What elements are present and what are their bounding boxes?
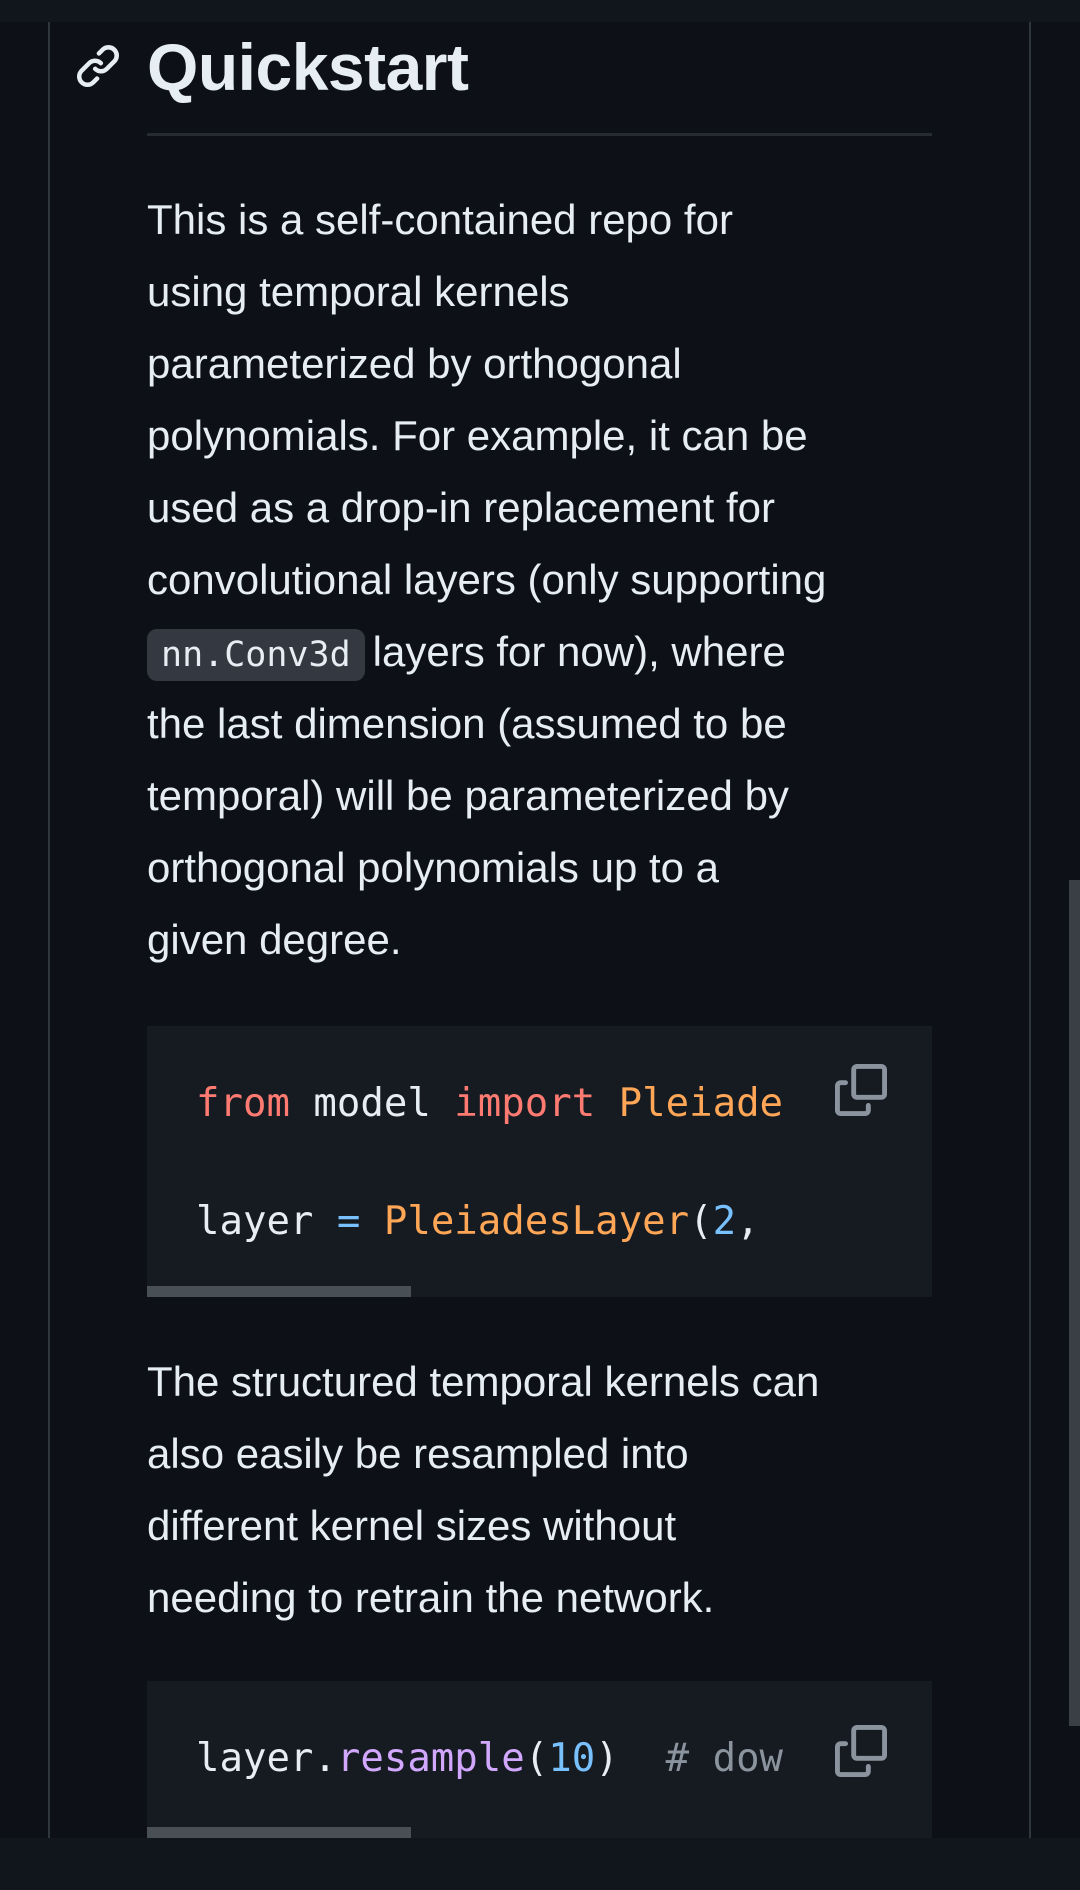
link-icon[interactable]	[74, 42, 122, 90]
code-class: PleiadesLayer	[360, 1199, 690, 1244]
copy-icon[interactable]	[835, 1064, 887, 1116]
paragraph-line: polynomials. For example, it can be	[147, 412, 808, 459]
paragraph-line: nn.Conv3d layers for now), where	[147, 616, 947, 688]
code-comma: ,	[736, 1199, 760, 1244]
page-vertical-scrollbar[interactable]	[1069, 880, 1080, 1726]
code-number: 10	[548, 1736, 596, 1781]
code-horizontal-scrollbar[interactable]	[147, 1286, 411, 1297]
code-keyword: import	[454, 1081, 596, 1126]
bottom-bar	[0, 1838, 1080, 1890]
copy-icon[interactable]	[835, 1725, 887, 1777]
code-line: layer = PleiadesLayer(2,	[196, 1192, 801, 1252]
paragraph-line: given degree.	[147, 916, 402, 963]
intro-paragraph: This is a self-contained repo for using …	[147, 184, 947, 976]
paragraph-line: parameterized by orthogonal	[147, 340, 682, 387]
code-paren: (	[524, 1736, 549, 1781]
code-variable: layer	[196, 1199, 337, 1244]
paragraph-line: also easily be resampled into	[147, 1430, 689, 1477]
paragraph-line: convolutional layers (only supporting	[147, 556, 827, 603]
code-object: layer.	[196, 1736, 337, 1781]
paragraph-line: using temporal kernels	[147, 268, 570, 315]
code-paren: (	[689, 1199, 713, 1244]
code-block-resample[interactable]: layer.resample(10) # dow	[147, 1681, 932, 1838]
resample-paragraph: The structured temporal kernels can also…	[147, 1346, 947, 1634]
code-line: from model import Pleiade	[196, 1074, 801, 1134]
content-border-left	[48, 22, 50, 1838]
paragraph-line: different kernel sizes without	[147, 1502, 677, 1549]
code-block-import[interactable]: from model import Pleiade layer = Pleiad…	[147, 1026, 932, 1297]
content-border-right	[1029, 22, 1031, 1838]
code-horizontal-scrollbar[interactable]	[147, 1827, 411, 1838]
code-operator: =	[336, 1199, 361, 1244]
paragraph-line: needing to retrain the network.	[147, 1574, 715, 1621]
code-line: layer.resample(10) # dow	[196, 1729, 801, 1789]
code-paren: )	[595, 1736, 619, 1781]
code-number: 2	[712, 1199, 737, 1244]
code-keyword: from	[196, 1081, 290, 1126]
code-function: resample	[336, 1736, 525, 1781]
heading-divider	[147, 133, 932, 136]
inline-code: nn.Conv3d	[147, 629, 365, 681]
top-bar	[0, 0, 1080, 22]
paragraph-line: used as a drop-in replacement for	[147, 484, 776, 531]
paragraph-line: orthogonal polynomials up to a	[147, 844, 720, 891]
section-heading: Quickstart	[147, 30, 469, 104]
paragraph-line: temporal) will be parameterized by	[147, 772, 789, 819]
code-module: model	[289, 1081, 455, 1126]
code-comment: # dow	[618, 1736, 784, 1781]
code-class: Pleiade	[595, 1081, 784, 1126]
paragraph-line: the last dimension (assumed to be	[147, 700, 787, 747]
paragraph-text: layers for now), where	[372, 628, 786, 675]
paragraph-line: The structured temporal kernels can	[147, 1358, 820, 1405]
paragraph-line: This is a self-contained repo for	[147, 196, 733, 243]
